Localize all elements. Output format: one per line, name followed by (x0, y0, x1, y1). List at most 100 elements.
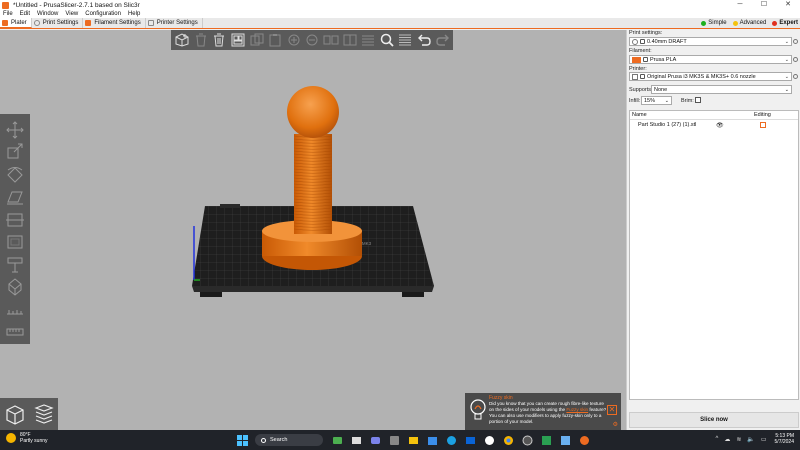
3d-scene[interactable]: ORIGINAL PRUSA i3 MK3 (0, 30, 626, 430)
printer-combo[interactable]: Original Prusa i3 MK3S & MK3S+ 0.6 nozzl… (629, 72, 792, 81)
fdm-supports-tool[interactable] (3, 277, 27, 297)
cut-tool[interactable] (3, 210, 27, 230)
support-points-tool[interactable] (3, 254, 27, 274)
filament-combo[interactable]: Prusa PLA ⌄ (629, 55, 792, 64)
minimize-button[interactable]: ─ (728, 0, 752, 10)
add-button[interactable] (174, 31, 191, 49)
3d-view-icon[interactable] (3, 402, 27, 426)
delete-button[interactable] (193, 31, 210, 49)
tab-plater[interactable]: Plater (0, 18, 32, 28)
search-button[interactable] (379, 31, 396, 49)
print-settings-combo[interactable]: 0.40mm DRAFT ⌄ (629, 37, 792, 46)
edge-button[interactable] (445, 434, 457, 446)
delete-all-icon (214, 33, 225, 47)
menu-window[interactable]: Window (37, 11, 58, 17)
windows-logo-icon (236, 434, 248, 446)
battery-icon[interactable]: ▭ (761, 436, 767, 443)
move-tool[interactable] (3, 120, 27, 140)
edit-icon[interactable] (760, 122, 766, 128)
windows-taskbar: 80°F Partly sunny Search ^ ☁ ≋ 🔈 ▭ 5:13 … (0, 430, 800, 450)
menu-configuration[interactable]: Configuration (85, 11, 121, 17)
onedrive-icon[interactable]: ☁ (724, 436, 730, 443)
chrome-icon (503, 435, 513, 445)
window-title: *Untitled - PrusaSlicer-2.7.1 based on S… (13, 1, 140, 9)
taskbar-app-4[interactable] (407, 434, 419, 446)
supports-combo[interactable]: None ⌄ (651, 85, 792, 94)
windows-start-button[interactable] (236, 434, 248, 446)
undo-button[interactable] (416, 31, 433, 49)
brim-checkbox[interactable] (695, 97, 701, 103)
mode-switcher: Simple Advanced Expert (695, 18, 798, 28)
copy-button[interactable] (248, 31, 265, 49)
rotate-tool[interactable] (3, 165, 27, 185)
volume-icon[interactable]: 🔈 (747, 436, 754, 443)
infill-value: 15% (644, 97, 656, 104)
measure-tool[interactable] (3, 322, 27, 342)
prusaslicer-logo-icon (2, 1, 9, 9)
gear-icon[interactable]: ⚙ (613, 421, 618, 428)
taskbar-app-10[interactable] (521, 434, 533, 446)
tab-print-settings[interactable]: Print Settings (31, 18, 84, 28)
tab-printer-settings[interactable]: Printer Settings (145, 18, 203, 28)
delete-all-button[interactable] (211, 31, 228, 49)
chat-button[interactable] (369, 434, 381, 446)
supports-value: None (654, 86, 668, 93)
paste-button[interactable] (267, 31, 284, 49)
mail-button[interactable] (464, 434, 476, 446)
layers-icon (399, 34, 412, 46)
redo-button[interactable] (434, 31, 451, 49)
hint-link[interactable]: Fuzzy skin (566, 407, 588, 412)
prusaslicer-taskbar-button[interactable] (578, 434, 590, 446)
hollow-tool[interactable] (3, 232, 27, 252)
menu-help[interactable]: Help (128, 11, 140, 17)
layers-button[interactable] (397, 31, 414, 49)
add-instance-icon (288, 34, 300, 46)
scale-tool[interactable] (3, 142, 27, 162)
close-button[interactable]: ✕ (776, 0, 800, 10)
object-list-row[interactable]: Part Studio 1 (27) (1).stl 👁 (630, 121, 798, 130)
file-explorer-button[interactable] (350, 434, 362, 446)
seam-tool[interactable] (3, 299, 27, 319)
taskbar-app-12[interactable] (559, 434, 571, 446)
mode-expert[interactable]: Expert (772, 20, 798, 26)
3d-viewport[interactable]: ORIGINAL PRUSA i3 MK3 (0, 30, 626, 430)
menu-file[interactable]: File (3, 11, 13, 17)
chrome-button[interactable] (502, 434, 514, 446)
model-object[interactable] (262, 86, 362, 270)
tab-filament-settings[interactable]: Filament Settings (83, 18, 146, 28)
arrange-button[interactable] (230, 31, 247, 49)
split-objects-button[interactable] (323, 31, 340, 49)
view-toggle (0, 398, 58, 430)
window-controls: ─ ☐ ✕ (728, 0, 800, 10)
filament-compare-icon[interactable] (793, 57, 798, 62)
menu-edit[interactable]: Edit (20, 11, 30, 17)
variable-layer-height-button[interactable] (360, 31, 377, 49)
clock[interactable]: 5:13 PM 5/7/2024 (775, 433, 794, 445)
taskbar-search[interactable]: Search (255, 434, 323, 446)
split-parts-button[interactable] (341, 31, 358, 49)
filament-color-swatch[interactable] (632, 56, 641, 63)
taskbar-app-5[interactable] (426, 434, 438, 446)
remove-instance-button[interactable] (304, 31, 321, 49)
chevron-up-icon[interactable]: ^ (716, 436, 719, 442)
infill-combo[interactable]: 15% ⌄ (641, 96, 672, 105)
menu-view[interactable]: View (65, 11, 78, 17)
taskbar-app-8[interactable] (483, 434, 495, 446)
print-settings-compare-icon[interactable] (793, 39, 798, 44)
maximize-button[interactable]: ☐ (752, 0, 776, 10)
wifi-icon[interactable]: ≋ (736, 436, 741, 443)
preview-layers-icon[interactable] (32, 402, 56, 426)
mode-advanced[interactable]: Advanced (732, 20, 766, 26)
mode-advanced-dot-icon (732, 20, 738, 26)
taskbar-app-11[interactable] (540, 434, 552, 446)
place-on-face-tool[interactable] (3, 187, 27, 207)
close-icon[interactable]: ✕ (607, 405, 617, 415)
printer-compare-icon[interactable] (793, 74, 798, 79)
add-instance-button[interactable] (286, 31, 303, 49)
eye-icon[interactable]: 👁 (716, 122, 724, 129)
weather-widget[interactable]: 80°F Partly sunny (6, 432, 48, 444)
widgets-button[interactable] (331, 434, 343, 446)
taskbar-app-3[interactable] (388, 434, 400, 446)
mode-simple[interactable]: Simple (701, 20, 727, 26)
slice-now-button[interactable]: Slice now (629, 412, 799, 428)
